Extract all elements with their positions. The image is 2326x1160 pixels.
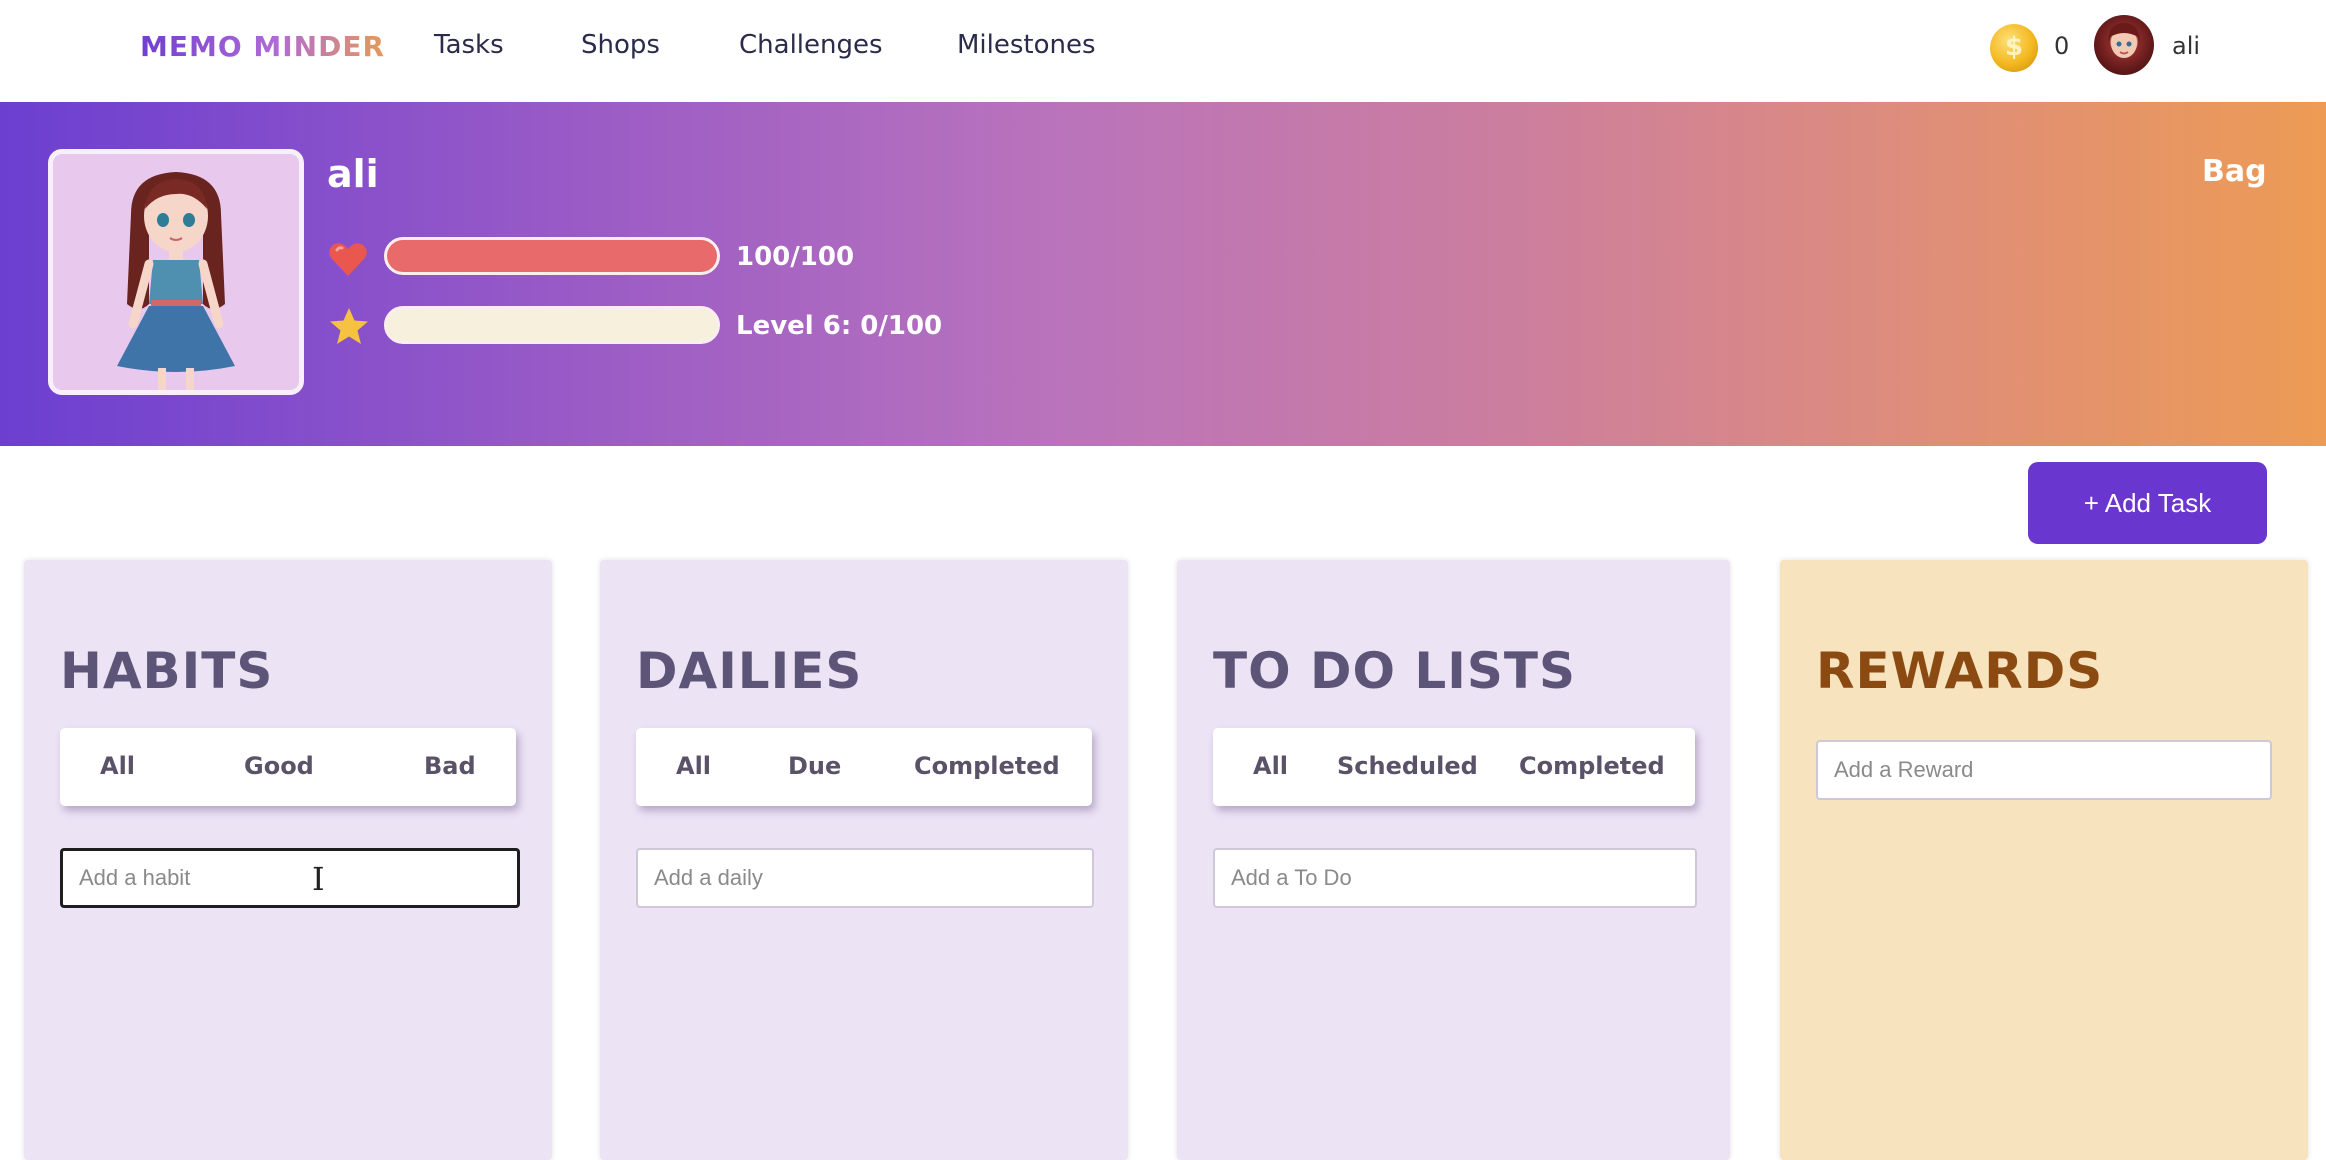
dailies-title: DAILIES — [636, 642, 863, 700]
dailies-filter-all[interactable]: All — [676, 752, 711, 780]
health-bar — [384, 237, 720, 275]
brand-logo[interactable]: MEMO MINDER — [140, 30, 385, 63]
rewards-title: REWARDS — [1816, 642, 2104, 700]
coin-symbol: $ — [2004, 32, 2024, 62]
coin-count: 0 — [2054, 32, 2070, 60]
habits-filter-bar: All Good Bad — [60, 728, 516, 806]
add-reward-input[interactable] — [1816, 740, 2272, 800]
profile-banner: ali Bag 100/100 Level 6: 0/100 — [0, 102, 2326, 446]
health-bar-fill — [387, 240, 717, 272]
nav-link-shops[interactable]: Shops — [581, 30, 660, 60]
todos-filter-bar: All Scheduled Completed — [1213, 728, 1695, 806]
todos-title: TO DO LISTS — [1213, 642, 1577, 700]
user-avatar[interactable] — [2094, 15, 2154, 75]
habits-filter-all[interactable]: All — [100, 752, 135, 780]
habits-filter-good[interactable]: Good — [244, 752, 314, 780]
top-navbar: MEMO MINDER Tasks Shops Challenges Miles… — [0, 0, 2326, 102]
rewards-column: REWARDS — [1780, 560, 2308, 1160]
add-daily-input[interactable] — [636, 848, 1094, 908]
todos-filter-all[interactable]: All — [1253, 752, 1288, 780]
add-habit-input[interactable] — [60, 848, 520, 908]
bag-button[interactable]: Bag — [2202, 154, 2267, 189]
habits-title: HABITS — [60, 642, 274, 700]
nav-link-milestones[interactable]: Milestones — [957, 30, 1096, 60]
habits-column: HABITS All Good Bad — [24, 560, 552, 1160]
heart-icon — [329, 243, 367, 276]
dailies-column: DAILIES All Due Completed — [600, 560, 1128, 1160]
nav-link-challenges[interactable]: Challenges — [739, 30, 883, 60]
dailies-filter-bar: All Due Completed — [636, 728, 1092, 806]
todos-column: TO DO LISTS All Scheduled Completed — [1177, 560, 1730, 1160]
coin-icon: $ — [1990, 24, 2038, 72]
star-icon — [330, 308, 368, 344]
habits-filter-bad[interactable]: Bad — [424, 752, 476, 780]
health-text: 100/100 — [736, 242, 855, 272]
profile-name: ali — [327, 152, 379, 196]
add-todo-input[interactable] — [1213, 848, 1697, 908]
add-task-button[interactable]: + Add Task — [2028, 462, 2267, 544]
text-cursor-icon: I — [312, 860, 325, 898]
todos-filter-completed[interactable]: Completed — [1519, 752, 1665, 780]
experience-text: Level 6: 0/100 — [736, 311, 943, 341]
dailies-filter-due[interactable]: Due — [788, 752, 841, 780]
character-avatar — [48, 149, 304, 395]
nav-link-tasks[interactable]: Tasks — [434, 30, 504, 60]
todos-filter-scheduled[interactable]: Scheduled — [1337, 752, 1478, 780]
experience-bar — [384, 306, 720, 344]
dailies-filter-completed[interactable]: Completed — [914, 752, 1060, 780]
nav-username[interactable]: ali — [2172, 32, 2200, 60]
